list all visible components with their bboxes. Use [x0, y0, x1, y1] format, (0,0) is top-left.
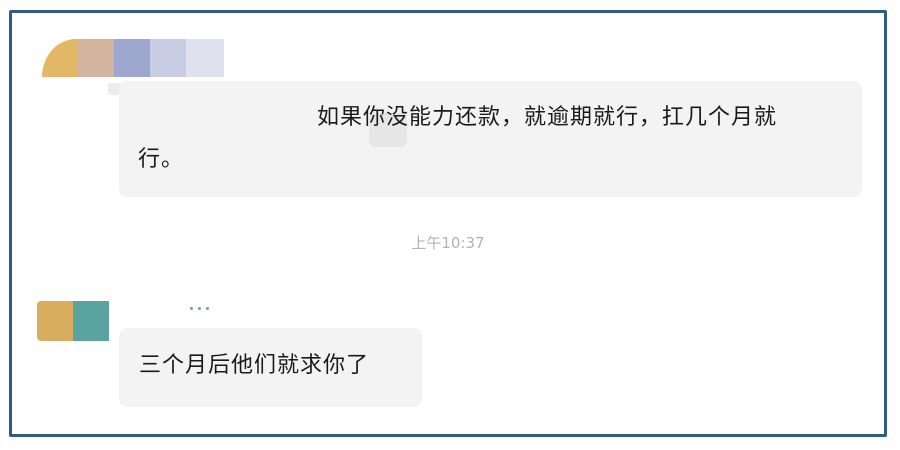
message-text-line: 三个月后他们就求你了: [139, 353, 370, 378]
message-text-line: 如果你没能力还款，就逾期就行，扛几个月就: [317, 105, 778, 130]
message-bubble[interactable]: 如果你没能力还款，就逾期就行，扛几个月就 行。: [119, 81, 862, 197]
message-bubble[interactable]: 三个月后他们就求你了: [119, 328, 422, 407]
chat-window: 如果你没能力还款，就逾期就行，扛几个月就 行。 上午10:37 三个月后他们就求…: [9, 10, 887, 437]
message-text-line: 行。: [138, 147, 185, 172]
avatar[interactable]: [42, 39, 224, 77]
avatar[interactable]: [37, 301, 109, 341]
sender-name-blurred: [190, 307, 209, 310]
message-timestamp: 上午10:37: [411, 234, 485, 252]
